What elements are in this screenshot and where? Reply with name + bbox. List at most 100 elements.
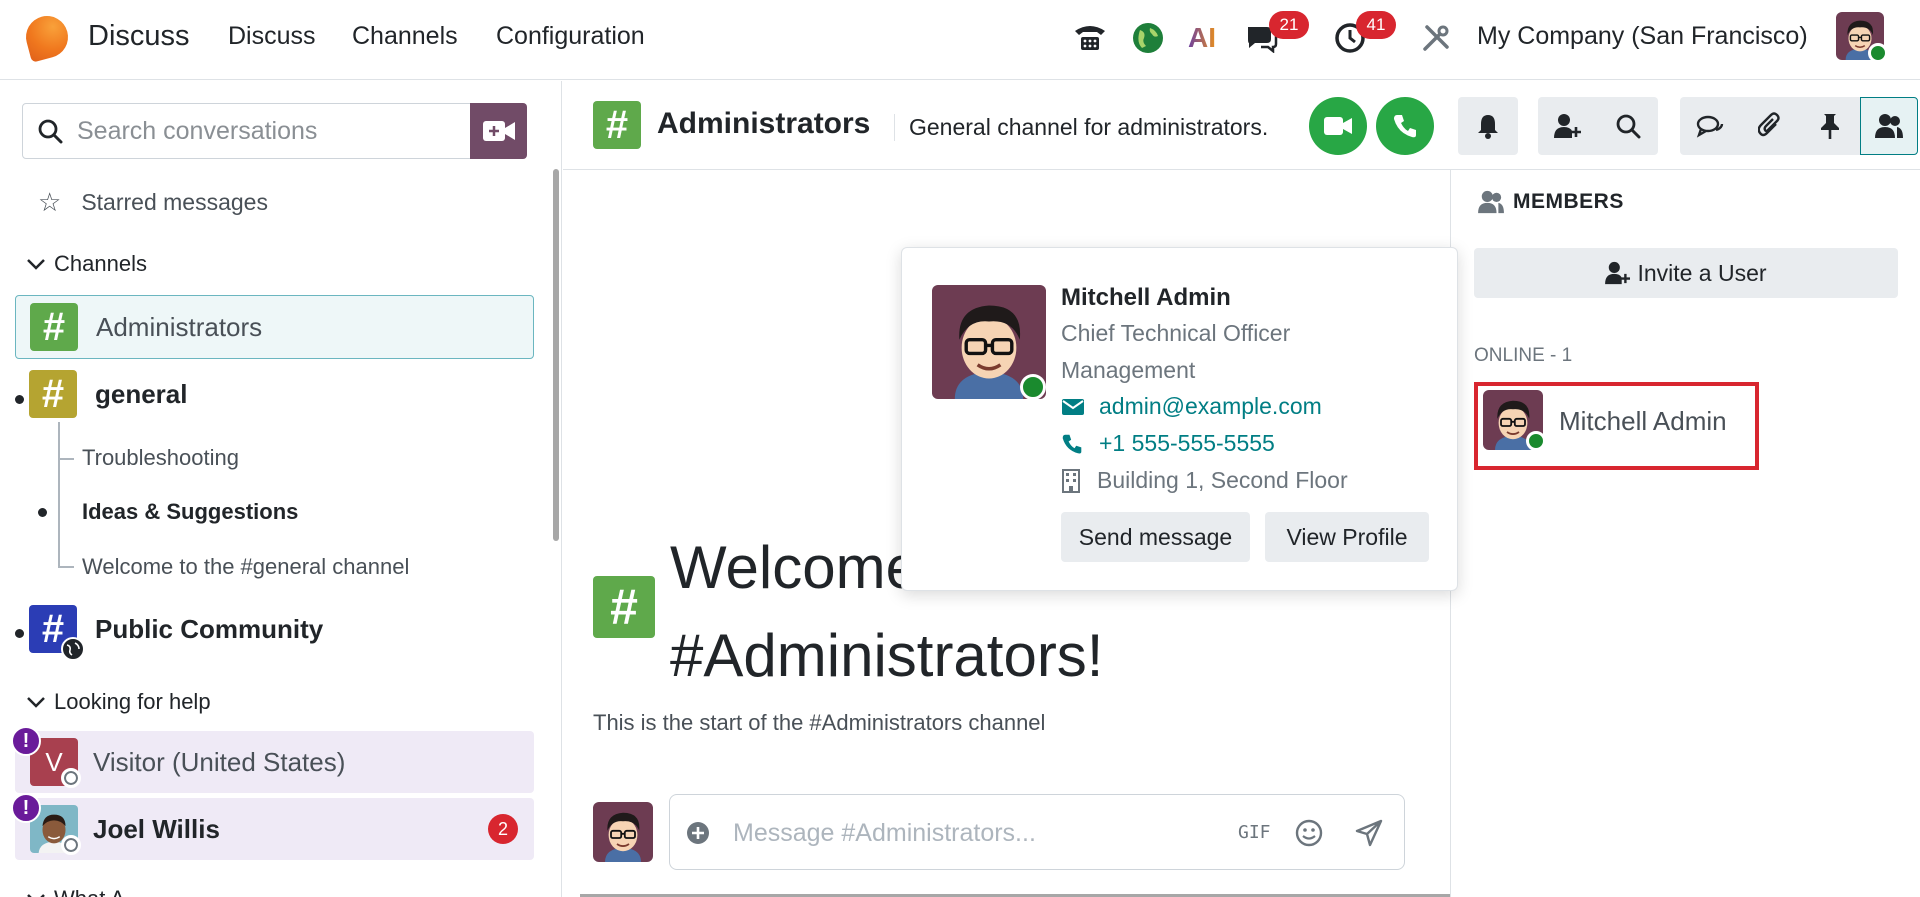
composer-placeholder: Message #Administrators...	[733, 819, 1036, 847]
pin-icon	[1821, 114, 1839, 139]
alert-icon: !	[11, 793, 41, 823]
phone-icon[interactable]	[1070, 18, 1110, 58]
company-switcher[interactable]: My Company (San Francisco)	[1477, 22, 1808, 51]
subchannel-troubleshooting[interactable]: Troubleshooting	[82, 445, 239, 471]
unread-dot	[38, 508, 47, 517]
livechat-joel-willis[interactable]: Joel Willis 2	[15, 798, 534, 860]
emoji-icon[interactable]	[1295, 819, 1323, 847]
voice-call-button[interactable]	[1376, 97, 1434, 155]
star-icon: ☆	[38, 187, 62, 217]
menu-discuss[interactable]: Discuss	[228, 22, 316, 51]
users-icon	[1875, 114, 1903, 138]
phone-icon	[1394, 115, 1416, 138]
add-users-button[interactable]	[1538, 97, 1598, 155]
member-card-popover: Mitchell Admin Chief Technical Officer M…	[901, 247, 1458, 591]
popover-name: Mitchell Admin	[1061, 284, 1231, 311]
send-icon[interactable]	[1355, 819, 1383, 847]
offline-status	[61, 768, 81, 788]
thread-description[interactable]: General channel for administrators.	[894, 114, 1268, 141]
sidebar-scrollbar[interactable]	[553, 169, 559, 541]
popover-email[interactable]: admin@example.com	[1061, 393, 1322, 420]
channel-administrators[interactable]: # Administrators	[15, 295, 534, 359]
subchannel-welcome[interactable]: Welcome to the #general channel	[82, 554, 409, 580]
attachments-button[interactable]	[1740, 97, 1800, 155]
top-navbar: Discuss Discuss Channels Configuration A…	[0, 0, 1920, 80]
search-placeholder: Search conversations	[77, 116, 318, 145]
popover-online-status	[1020, 374, 1046, 400]
users-icon	[1478, 190, 1504, 214]
starred-messages-item[interactable]: ☆ Starred messages	[38, 187, 268, 218]
start-meeting-button[interactable]	[470, 103, 527, 159]
member-name: Mitchell Admin	[1559, 406, 1727, 436]
hashtag-icon: #	[29, 370, 77, 418]
ai-icon[interactable]: AI	[1182, 18, 1222, 58]
notification-settings-button[interactable]	[1458, 97, 1518, 155]
plus-circle-icon[interactable]	[686, 821, 710, 845]
member-online-status	[1526, 431, 1546, 451]
channel-public-community[interactable]: # Public Community	[15, 597, 534, 661]
popover-phone[interactable]: +1 555-555-5555	[1061, 430, 1275, 457]
hashtag-icon: #	[593, 101, 641, 149]
video-call-button[interactable]	[1309, 97, 1367, 155]
channel-general[interactable]: # general	[15, 362, 534, 426]
alert-icon: !	[11, 726, 41, 756]
messages-count-badge: 21	[1269, 11, 1309, 39]
composer-avatar	[593, 802, 653, 862]
user-plus-icon	[1605, 261, 1631, 285]
livechat-visitor[interactable]: V Visitor (United States)	[15, 731, 534, 793]
search-icon	[38, 119, 63, 144]
threads-icon	[1696, 115, 1724, 138]
globe-icon	[61, 637, 85, 661]
view-profile-button[interactable]: View Profile	[1265, 512, 1429, 562]
threads-button[interactable]	[1680, 97, 1740, 155]
sidebar: Search conversations ☆ Starred messages …	[0, 81, 562, 897]
video-camera-icon	[1324, 117, 1352, 135]
unread-count-badge: 2	[488, 814, 518, 844]
tools-icon[interactable]	[1416, 18, 1456, 58]
search-icon	[1616, 114, 1641, 139]
members-panel: MEMBERS Invite a User ONLINE - 1 Mitchel…	[1450, 170, 1920, 897]
members-title: MEMBERS	[1513, 190, 1624, 213]
video-plus-icon	[482, 121, 515, 141]
tree-branch	[58, 458, 74, 460]
popover-job-title: Chief Technical Officer	[1061, 320, 1291, 346]
members-list-button[interactable]	[1860, 97, 1918, 155]
online-count-label: ONLINE - 1	[1474, 345, 1573, 366]
user-plus-icon	[1554, 114, 1581, 138]
thread-header: # Administrators General channel for adm…	[563, 81, 1920, 170]
looking-for-help-category[interactable]: Looking for help	[26, 689, 211, 715]
offline-status	[61, 835, 81, 855]
send-message-button[interactable]: Send message	[1061, 512, 1250, 562]
popover-department: Management	[1061, 357, 1196, 383]
menu-configuration[interactable]: Configuration	[496, 22, 645, 51]
message-composer[interactable]: Message #Administrators... GIF	[669, 794, 1405, 870]
bell-icon	[1478, 115, 1498, 139]
discuss-logo-icon[interactable]	[21, 11, 73, 63]
phone-icon	[1062, 434, 1082, 454]
hashtag-icon: #	[30, 303, 78, 351]
activities-count-badge: 41	[1356, 11, 1396, 39]
welcome-subtitle: This is the start of the #Administrators…	[593, 710, 1046, 735]
website-globe-icon[interactable]	[1128, 18, 1168, 58]
gif-button[interactable]: GIF	[1238, 822, 1271, 843]
user-online-status	[1868, 43, 1888, 63]
chevron-down-icon	[27, 894, 45, 897]
building-icon	[1062, 468, 1080, 493]
search-conversations-input[interactable]: Search conversations	[22, 103, 472, 159]
search-messages-button[interactable]	[1598, 97, 1658, 155]
invite-user-button[interactable]: Invite a User	[1474, 248, 1898, 298]
envelope-icon	[1062, 398, 1084, 415]
paperclip-icon	[1758, 112, 1780, 137]
next-category[interactable]: What A...	[26, 886, 143, 897]
hashtag-icon: #	[29, 605, 85, 661]
channels-category[interactable]: Channels	[26, 251, 147, 277]
chevron-down-icon	[27, 697, 45, 708]
tree-branch	[58, 566, 74, 568]
app-name[interactable]: Discuss	[88, 20, 190, 53]
pinned-messages-button[interactable]	[1800, 97, 1860, 155]
member-mitchell-admin[interactable]: Mitchell Admin	[1474, 382, 1759, 470]
tree-line	[58, 422, 60, 568]
menu-channels[interactable]: Channels	[352, 22, 458, 51]
subchannel-ideas[interactable]: Ideas & Suggestions	[82, 499, 298, 525]
thread-title[interactable]: Administrators	[657, 107, 870, 141]
